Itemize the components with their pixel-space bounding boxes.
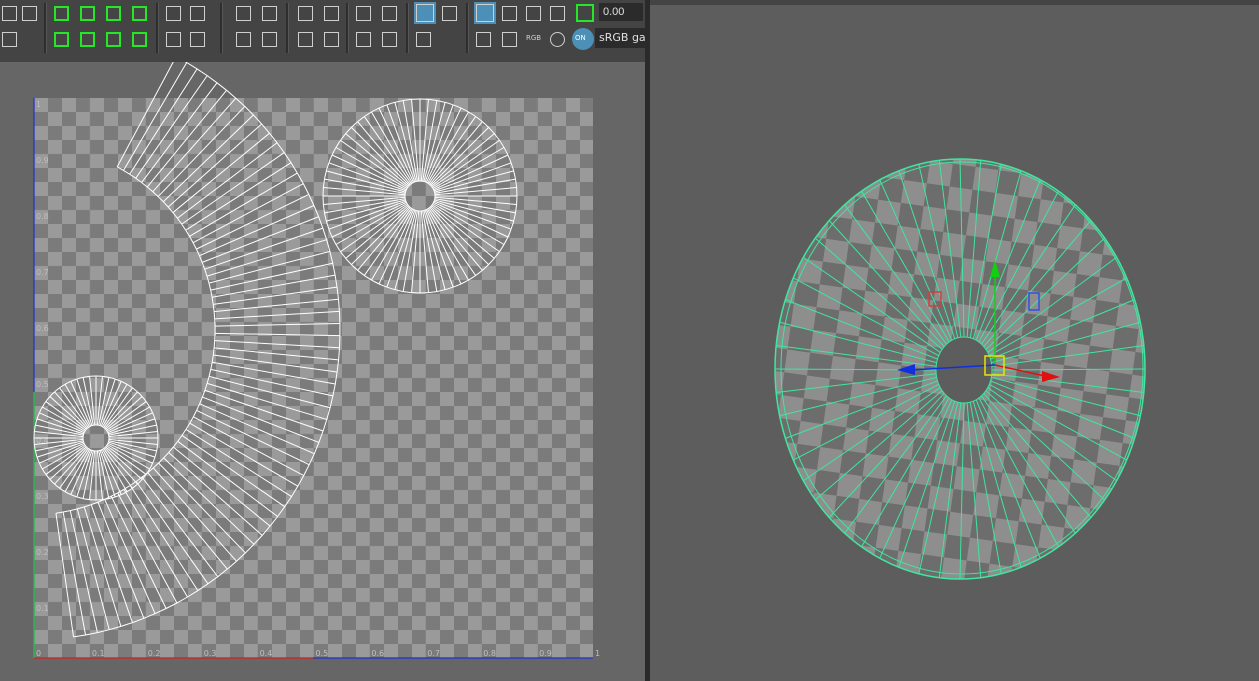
orient-icon[interactable] <box>380 4 399 23</box>
uv-y-tick-label: 0.1 <box>36 604 49 613</box>
uv-y-tick-label: 0.9 <box>36 156 49 165</box>
merge-uv-icon[interactable] <box>130 30 149 49</box>
cut-uv-icon[interactable] <box>78 4 97 23</box>
select-arrow-icon[interactable] <box>0 30 19 49</box>
uv-x-tick-label: 0.3 <box>204 649 217 658</box>
move-sew-icon[interactable] <box>130 4 149 23</box>
grid-display-icon[interactable] <box>474 30 493 49</box>
rotate-cw-icon[interactable] <box>188 30 207 49</box>
uv-y-tick-label: 0.7 <box>36 268 49 277</box>
snap-top-icon[interactable] <box>322 30 341 49</box>
straighten-icon[interactable] <box>234 30 253 49</box>
viewport-svg <box>774 158 1146 580</box>
colorspace-dropdown[interactable]: sRGB gar <box>595 28 645 48</box>
toolbar-separator <box>286 3 289 53</box>
on-label: ON <box>575 34 586 42</box>
uv-x-tick-label: 0.2 <box>148 649 161 658</box>
rotate-uv-icon[interactable] <box>500 4 519 23</box>
toolbar-separator <box>44 3 47 53</box>
snap-bottom-icon[interactable] <box>296 30 315 49</box>
normalize-icon[interactable] <box>380 30 399 49</box>
uv-x-tick-label: 0.4 <box>260 649 273 658</box>
sew-uv-icon[interactable] <box>104 4 123 23</box>
checker-tile-icon[interactable] <box>500 30 519 49</box>
toolbar-separator <box>220 3 223 53</box>
mesh-center-hole <box>935 336 993 404</box>
uv-editor-canvas[interactable]: 0 0.1 0.2 0.3 0.4 0.5 0.6 0.7 0.8 0.9 1 1 0.9 0.8 0.7… <box>0 62 645 681</box>
texture-border-icon[interactable] <box>524 4 543 23</box>
snap-left-icon[interactable] <box>296 4 315 23</box>
uv-y-tick-label: 1 <box>36 100 41 109</box>
toolbar-separator <box>406 3 409 53</box>
flip-v-icon[interactable] <box>52 30 71 49</box>
uv-snapshot-icon[interactable] <box>0 4 19 23</box>
align-icon[interactable] <box>234 4 253 23</box>
uv-distortion-icon[interactable] <box>414 30 433 49</box>
uv-editor-svg: 0 0.1 0.2 0.3 0.4 0.5 0.6 0.7 0.8 0.9 1 1 0.9 0.8 0.7… <box>33 62 600 659</box>
toolbar-separator <box>466 3 469 53</box>
checker-map-icon[interactable] <box>548 4 567 23</box>
uv-y-tick-label: 0.8 <box>36 212 49 221</box>
uv-y-tick-label: 0.3 <box>36 492 49 501</box>
uv-x-tick-label: 1 <box>595 649 600 658</box>
split-uv-icon[interactable] <box>78 30 97 49</box>
uv-x-tick-label: 0.8 <box>483 649 496 658</box>
uv-x-tick-label: 0.7 <box>427 649 440 658</box>
uv-y-tick-label: 0.2 <box>36 548 49 557</box>
distribute-icon[interactable] <box>260 4 279 23</box>
uv-layout-icon[interactable] <box>20 4 39 23</box>
unfold-icon[interactable] <box>164 4 183 23</box>
uv-x-tick-label: 0.1 <box>92 649 105 658</box>
uv-x-tick-label: 0 <box>36 649 41 658</box>
linear-align-icon[interactable] <box>354 30 373 49</box>
uv-toolbar: RGB ON sRGB gar <box>0 0 645 63</box>
uv-x-tick-label: 0.9 <box>539 649 552 658</box>
rgb-channel-button[interactable]: RGB <box>524 30 546 49</box>
optimize-icon[interactable] <box>188 4 207 23</box>
uv-y-tick-label: 0.6 <box>36 324 49 333</box>
rotate-ccw-icon[interactable] <box>164 30 183 49</box>
stack-icon[interactable] <box>354 4 373 23</box>
sphere-icon[interactable] <box>548 30 567 49</box>
uv-y-tick-label: 0.5 <box>36 380 49 389</box>
snap-right-icon[interactable] <box>322 4 341 23</box>
rgb-label: RGB <box>526 34 542 42</box>
toolbar-separator <box>346 3 349 53</box>
shaded-uv-icon[interactable] <box>440 4 459 23</box>
create-shell-icon[interactable] <box>104 30 123 49</box>
exposure-icon[interactable] <box>574 2 596 24</box>
uv-x-tick-label: 0.6 <box>371 649 384 658</box>
display-image-icon[interactable] <box>414 2 436 24</box>
color-management-toggle[interactable]: ON <box>572 28 594 50</box>
uv-x-tick-label: 0.5 <box>316 649 329 658</box>
toolbar-separator <box>156 3 159 53</box>
grid-snap-icon[interactable] <box>474 2 496 24</box>
perspective-viewport[interactable] <box>650 5 1259 681</box>
gamma-field[interactable] <box>599 3 643 21</box>
gather-icon[interactable] <box>260 30 279 49</box>
flip-u-icon[interactable] <box>52 4 71 23</box>
